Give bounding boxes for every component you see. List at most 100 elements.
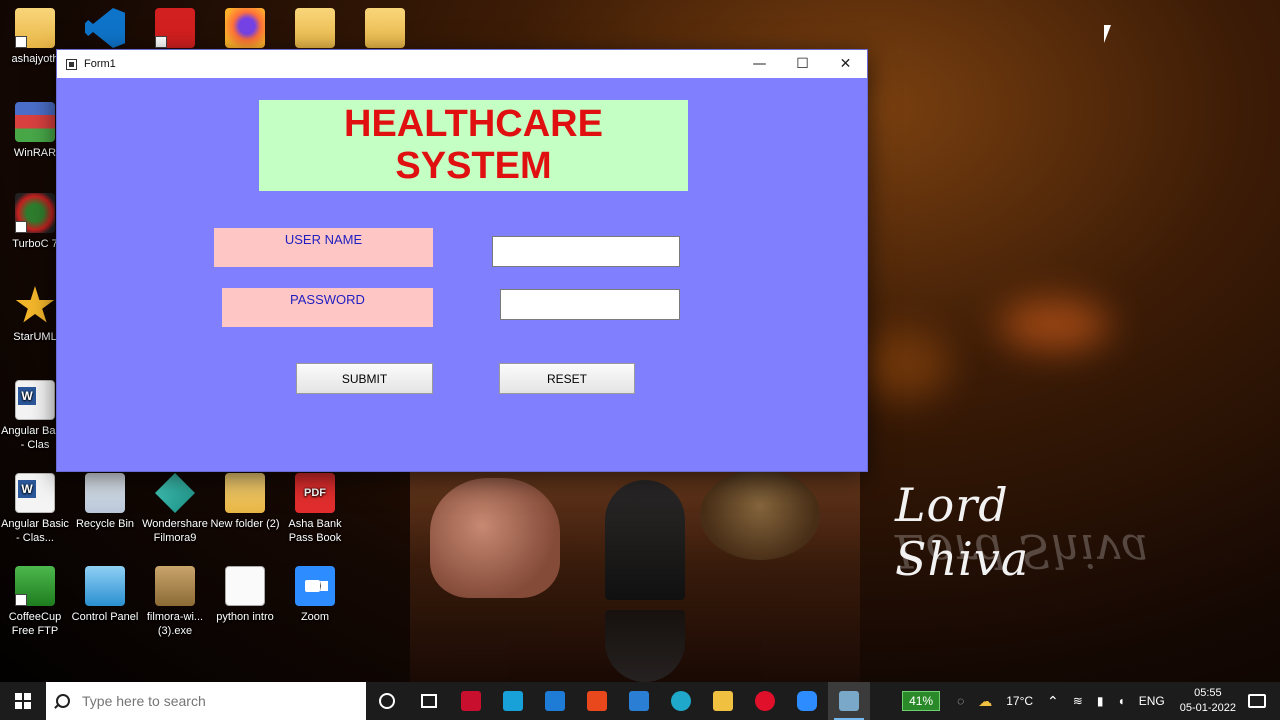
window-controls: — ☐ ✕ (738, 50, 867, 78)
weather-temp[interactable]: 17°C (1006, 694, 1033, 708)
wallpaper-lingam (605, 480, 685, 600)
microphone-icon[interactable]: ▮ (1097, 694, 1104, 708)
minimize-button[interactable]: — (738, 50, 781, 78)
filmora-icon (155, 473, 195, 513)
word-doc-icon (15, 473, 55, 513)
desktop-icon-pass-book[interactable]: PDF Asha Bank Pass Book (280, 473, 350, 545)
title-banner: HEALTHCARE SYSTEM (259, 100, 688, 191)
password-input[interactable] (500, 289, 680, 320)
desktop-icon-recycle-bin[interactable]: Recycle Bin (70, 473, 140, 531)
file-explorer-icon (713, 691, 733, 711)
start-button[interactable] (0, 682, 46, 720)
desktop-icon-vscode[interactable] (70, 8, 140, 52)
wallpaper-glow (1000, 300, 1110, 350)
desktop-icon-firefox[interactable] (210, 8, 280, 52)
task-view-icon (421, 694, 437, 708)
firefox-icon (225, 8, 265, 48)
taskbar-app-opera[interactable] (744, 682, 786, 720)
taskbar-search[interactable] (46, 682, 366, 720)
desktop-icon-folder[interactable] (280, 8, 350, 52)
reset-button[interactable]: RESET (499, 363, 635, 394)
text-file-icon (225, 566, 265, 606)
desktop-icon-filmora[interactable]: Wondershare Filmora9 (140, 473, 210, 545)
desktop-icon-angular-basic-2[interactable]: Angular Basic - Clas... (0, 473, 70, 545)
wallpaper-shiva-image (410, 470, 860, 682)
username-input[interactable] (492, 236, 680, 267)
word-doc-icon (15, 380, 55, 420)
maximize-button[interactable]: ☐ (781, 50, 824, 78)
edge-icon (671, 691, 691, 711)
network-status-icon[interactable]: ◌ (957, 694, 964, 708)
taskbar-app-office[interactable] (576, 682, 618, 720)
desktop-icon-filmora-installer[interactable]: filmora-wi... (3).exe (140, 566, 210, 638)
folder-icon (295, 8, 335, 48)
battery-indicator[interactable]: 41% (902, 691, 941, 711)
zoom-icon (295, 566, 335, 606)
taskbar-app-form1[interactable] (828, 682, 870, 720)
acrobat-icon (155, 8, 195, 48)
close-button[interactable]: ✕ (824, 50, 867, 78)
weather-icon[interactable]: ☁ (978, 693, 992, 710)
wifi-icon[interactable]: ≋ (1073, 694, 1083, 708)
mail-icon (545, 691, 565, 711)
mcafee-icon (461, 691, 481, 711)
mouse-cursor-icon (1104, 25, 1111, 43)
wallpaper-glow (860, 330, 950, 400)
wallpaper-caption-reflection: Lord Shiva (895, 524, 1149, 578)
cortana-icon (379, 693, 395, 709)
task-view-button[interactable] (408, 682, 450, 720)
banner-line-1: HEALTHCARE (344, 103, 603, 145)
turboc-icon (15, 193, 55, 233)
desktop-icon-folder-doc[interactable] (350, 8, 420, 52)
user-folder-icon (15, 8, 55, 48)
password-label: PASSWORD (222, 288, 433, 327)
clock-date: 05-01-2022 (1179, 702, 1236, 714)
notifications-icon[interactable] (1248, 694, 1266, 708)
zoom-icon (797, 691, 817, 711)
desktop-icon-acrobat[interactable] (140, 8, 210, 52)
form-window: Form1 — ☐ ✕ HEALTHCARE SYSTEM USER NAME … (56, 49, 868, 472)
recycle-bin-icon (85, 473, 125, 513)
desktop-icon-control-panel[interactable]: Control Panel (70, 566, 140, 624)
form-app-icon (66, 58, 77, 70)
taskbar-app-store[interactable] (618, 682, 660, 720)
control-panel-icon (85, 566, 125, 606)
desktop-icon-zoom[interactable]: Zoom (280, 566, 350, 624)
desktop-icon-python-intro[interactable]: python intro (210, 566, 280, 624)
wallpaper-hand (430, 478, 560, 598)
clock[interactable]: 05:55 05-01-2022 (1180, 686, 1236, 716)
office-icon (587, 691, 607, 711)
winrar-icon (15, 102, 55, 142)
taskbar-app-mcafee[interactable] (450, 682, 492, 720)
banner-line-2: SYSTEM (395, 145, 552, 187)
chevron-up-icon[interactable]: ⌃ (1047, 693, 1059, 710)
desktop-icon-coffeecup[interactable]: CoffeeCup Free FTP (0, 566, 70, 638)
taskbar-app-zoom[interactable] (786, 682, 828, 720)
taskbar-app-explorer[interactable] (702, 682, 744, 720)
cortana-button[interactable] (366, 682, 408, 720)
taskbar-app-l[interactable] (492, 682, 534, 720)
submit-button[interactable]: SUBMIT (296, 363, 433, 394)
search-input[interactable] (82, 693, 342, 709)
taskbar-app-mail[interactable] (534, 682, 576, 720)
taskbar-app-edge[interactable] (660, 682, 702, 720)
windows-logo-icon (15, 693, 31, 709)
form-app-icon (839, 691, 859, 711)
language-indicator[interactable]: ENG (1139, 694, 1165, 708)
pdf-icon: PDF (295, 473, 335, 513)
installer-icon (155, 566, 195, 606)
coffeecup-icon (15, 566, 55, 606)
store-icon (629, 691, 649, 711)
username-label: USER NAME (214, 228, 433, 267)
search-icon (56, 694, 70, 708)
desktop-icon-new-folder[interactable]: New folder (2) (210, 473, 280, 531)
vscode-icon (85, 8, 125, 48)
taskbar: 41% ◌ ☁ 17°C ⌃ ≋ ▮ ◖ ENG 05:55 05-01-202… (0, 682, 1280, 720)
staruml-icon (15, 286, 55, 323)
window-title: Form1 (84, 58, 116, 70)
wallpaper-reflection (605, 610, 685, 682)
opera-icon (755, 691, 775, 711)
window-titlebar[interactable]: Form1 — ☐ ✕ (57, 50, 867, 78)
l-app-icon (503, 691, 523, 711)
speaker-icon[interactable]: ◖ (1117, 694, 1124, 708)
